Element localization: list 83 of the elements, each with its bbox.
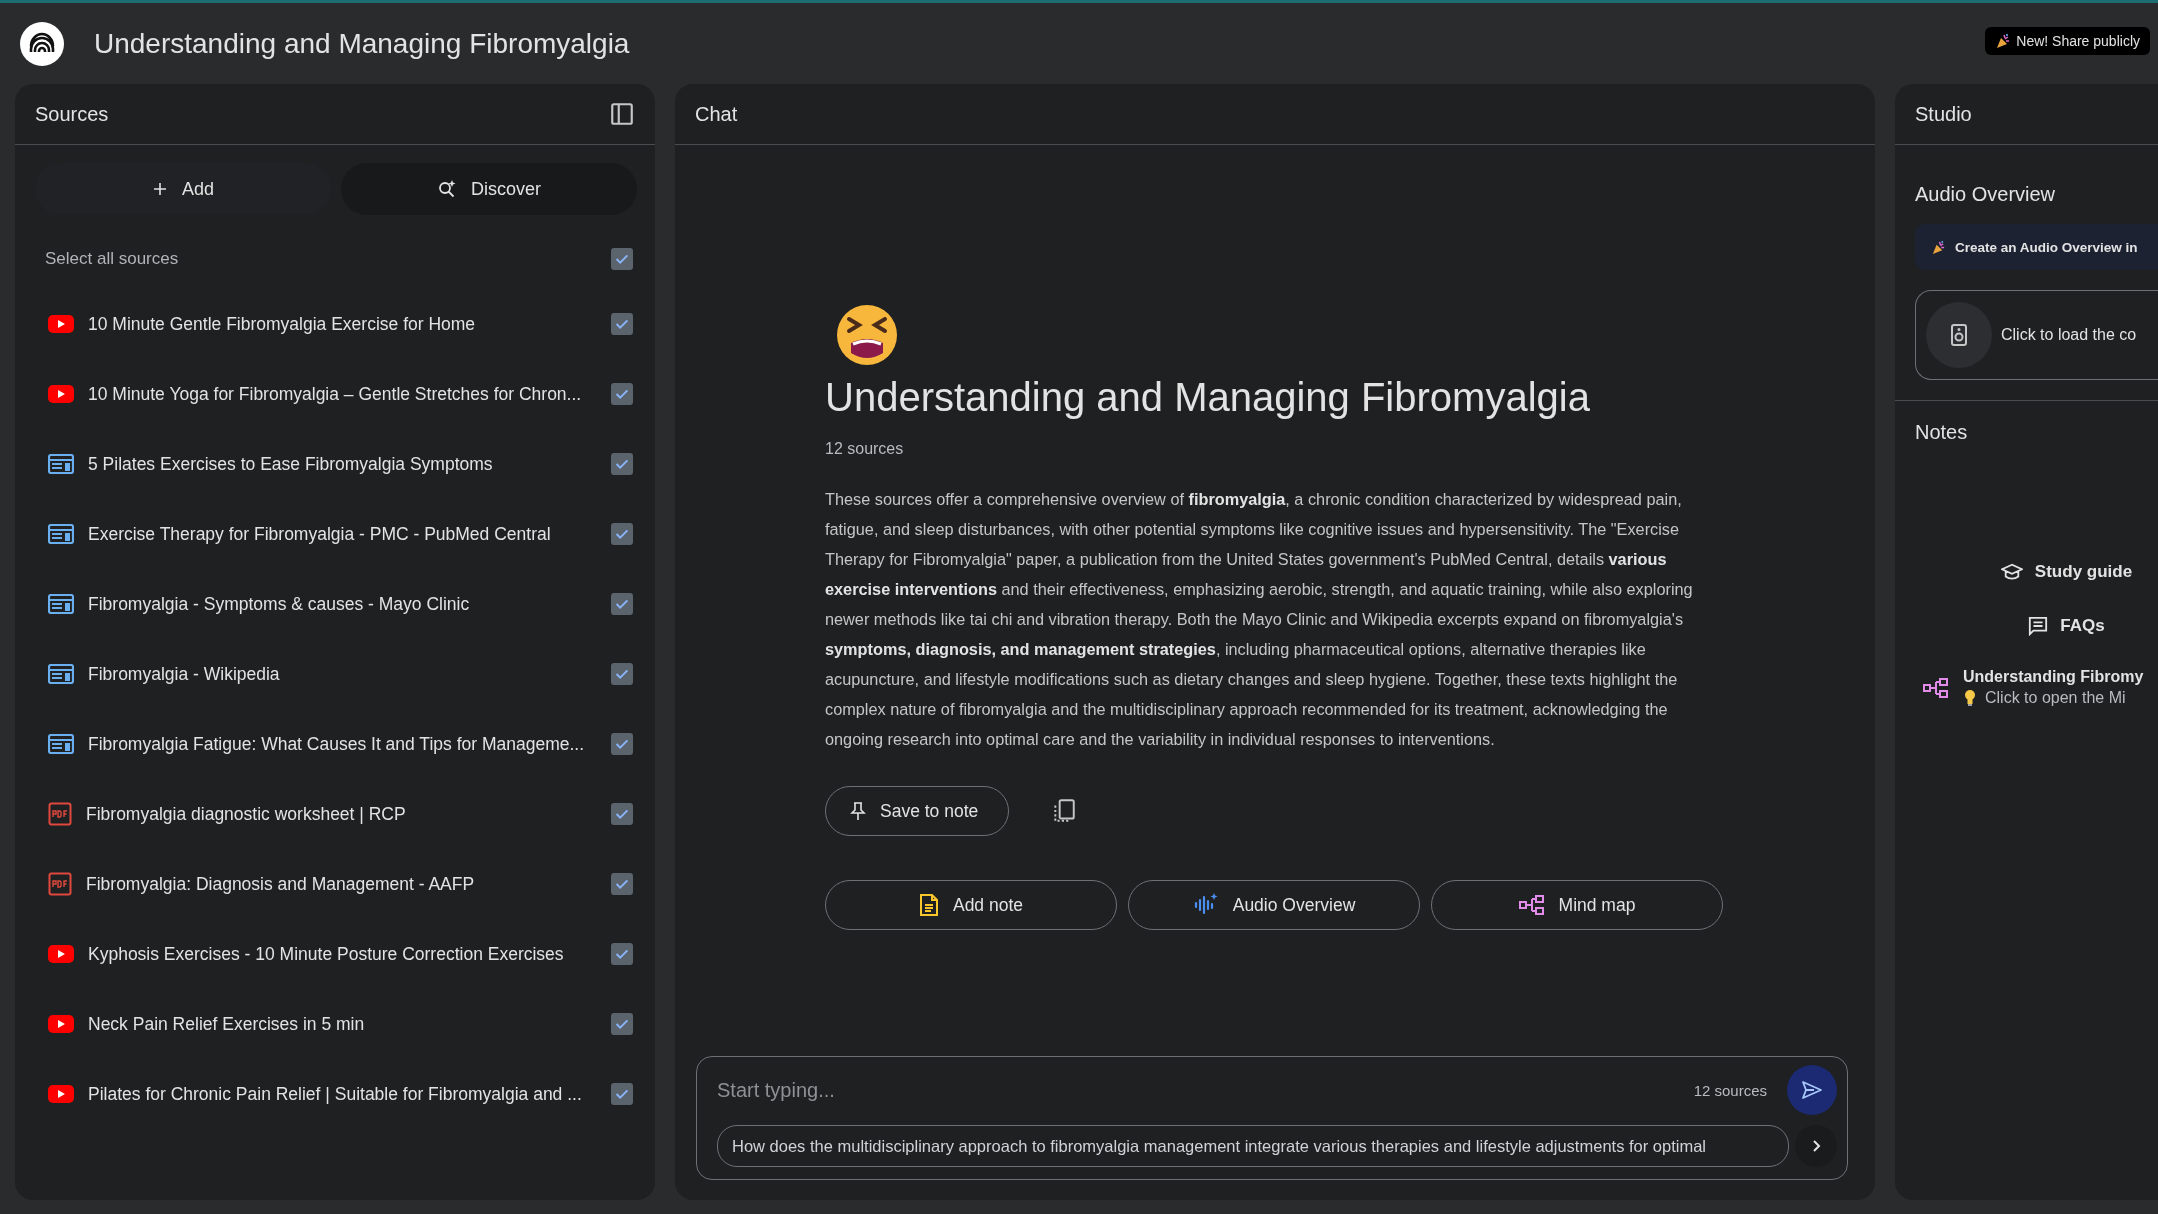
source-count: 12 sources bbox=[1693, 1081, 1767, 1099]
graduation-cap-icon bbox=[2000, 563, 2023, 581]
video-play-icon bbox=[48, 1014, 74, 1034]
checkbox[interactable] bbox=[611, 803, 633, 825]
source-title[interactable]: Fibromyalgia - Wikipedia bbox=[88, 663, 597, 685]
panel-title: Chat bbox=[695, 102, 738, 126]
pin-icon bbox=[850, 801, 866, 821]
party-popper-icon bbox=[1995, 32, 2012, 49]
notebook-title: Understanding and Managing Fibromyalgia bbox=[94, 27, 630, 60]
chat-input-box[interactable]: Start typing... 12 sources How does the multidisciplinary approach to fibromyalgia management integrate various therapies and lifestyle adjustments for optimal bbox=[696, 1056, 1848, 1180]
note-action-button[interactable]: Study guide bbox=[1940, 556, 2133, 588]
document-icon bbox=[918, 893, 939, 917]
notebook-heading: Understanding and Managing Fibromyalgia bbox=[825, 375, 1591, 420]
source-title[interactable]: Exercise Therapy for Fibromyalgia - PMC - PubMed Central bbox=[88, 523, 597, 545]
tired-face-icon bbox=[835, 303, 899, 367]
panel-title: Studio bbox=[1915, 102, 1972, 126]
source-title[interactable]: 10 Minute Yoga for Fibromyalgia – Gentle Stretches for Chron... bbox=[88, 383, 597, 405]
logo-icon bbox=[20, 21, 64, 66]
message-input[interactable]: Start typing... bbox=[717, 1068, 1674, 1112]
source-title[interactable]: Fibromyalgia - Symptoms & causes - Mayo Clinic bbox=[88, 593, 597, 615]
source-title[interactable]: Fibromyalgia Fatigue: What Causes It and Tips for Manageme... bbox=[88, 733, 597, 755]
lightbulb-icon bbox=[1963, 689, 1977, 707]
plus-icon bbox=[152, 181, 168, 197]
action-button[interactable]: Mind map bbox=[1431, 880, 1723, 930]
search-sparkle-icon bbox=[437, 179, 457, 199]
checkbox[interactable] bbox=[611, 873, 633, 895]
section-title: Audio Overview bbox=[1915, 183, 2057, 206]
select-all-label: Select all sources bbox=[45, 249, 180, 269]
web-page-icon bbox=[48, 734, 74, 754]
video-play-icon bbox=[48, 944, 74, 964]
checkbox[interactable] bbox=[611, 248, 633, 270]
source-count: 12 sources bbox=[825, 440, 905, 458]
video-play-icon bbox=[48, 1084, 74, 1104]
share-button[interactable]: New! Share publicly bbox=[1985, 26, 2150, 55]
pdf-file-icon bbox=[48, 802, 72, 826]
web-page-icon bbox=[48, 454, 74, 474]
speaker-icon bbox=[1949, 323, 1969, 347]
checkbox[interactable] bbox=[611, 1013, 633, 1035]
send-button[interactable] bbox=[1787, 1065, 1837, 1115]
note-title[interactable]: Understanding Fibromy bbox=[1963, 668, 2144, 686]
action-button[interactable]: Add note bbox=[825, 880, 1117, 930]
mind-map-icon bbox=[1923, 677, 1949, 698]
party-popper-icon bbox=[1931, 239, 1946, 255]
source-title[interactable]: Fibromyalgia diagnostic worksheet | RCP bbox=[86, 803, 597, 825]
discover-button[interactable]: Discover bbox=[341, 163, 637, 215]
summary-text: These sources offer a comprehensive overview of fibromyalgia, a chronic condition characterized by widespread pain, fatigue, and sleep disturbances, with other potential symptoms like cognitive issues and hypersensitivity. The "Exercise Therapy for Fibromyalgia" paper, a publication from the United States government's PubMed Central, details various exercise interventions and their effectiveness, emphasizing aerobic, strength, and aquatic training, while also exploring newer methods like tai chi and vibration therapy. Both the Mayo Clinic and Wikipedia excerpts expand on fibromyalgia's symptoms, diagnosis, and management strategies, including pharmaceutical options, alternative therapies like acupuncture, and lifestyle modifications such as dietary changes and sleep hygiene. Together, these texts highlight the complex nature of fibromyalgia and the multidisciplinary approach recommended for its treatment, acknowledging the ongoing research into optimal care and the variability in individual responses to interventions. bbox=[825, 489, 1694, 750]
load-text: Click to load the co bbox=[2001, 326, 2137, 344]
video-play-icon bbox=[48, 384, 74, 404]
web-page-icon bbox=[48, 524, 74, 544]
checkbox[interactable] bbox=[611, 523, 633, 545]
suggested-question[interactable]: How does the multidisciplinary approach to fibromyalgia management integrate various therapies and lifestyle adjustments for optimal bbox=[717, 1125, 1789, 1167]
send-icon bbox=[1800, 1078, 1824, 1102]
source-title[interactable]: Neck Pain Relief Exercises in 5 min bbox=[88, 1013, 597, 1035]
source-title[interactable]: Fibromyalgia: Diagnosis and Management - AAFP bbox=[86, 873, 597, 895]
copy-icon bbox=[1051, 798, 1078, 824]
panel-toggle-icon bbox=[609, 101, 635, 127]
checkbox[interactable] bbox=[611, 383, 633, 405]
checkbox[interactable] bbox=[611, 313, 633, 335]
panel-title: Sources bbox=[35, 102, 109, 126]
note-subtitle: Click to open the Mi bbox=[1985, 689, 2126, 707]
checkbox[interactable] bbox=[611, 593, 633, 615]
checkbox[interactable] bbox=[611, 663, 633, 685]
checkbox[interactable] bbox=[611, 453, 633, 475]
web-page-icon bbox=[48, 594, 74, 614]
source-title[interactable]: Pilates for Chronic Pain Relief | Suitable for Fibromyalgia and ... bbox=[88, 1083, 597, 1105]
web-page-icon bbox=[48, 664, 74, 684]
section-title: Notes bbox=[1915, 421, 1969, 444]
load-card[interactable]: Click to load the co bbox=[1915, 290, 2158, 380]
checkbox[interactable] bbox=[611, 733, 633, 755]
source-title[interactable]: Kyphosis Exercises - 10 Minute Posture Correction Exercises bbox=[88, 943, 597, 965]
mind-map-icon bbox=[1518, 895, 1545, 915]
banner-text: Create an Audio Overview in bbox=[1955, 239, 2138, 255]
audio-banner[interactable]: Create an Audio Overview in bbox=[1915, 224, 2158, 270]
action-button[interactable]: Audio Overview bbox=[1128, 880, 1420, 930]
source-title[interactable]: 10 Minute Gentle Fibromyalgia Exercise for Home bbox=[88, 313, 597, 335]
chat-list-icon bbox=[2028, 616, 2049, 636]
checkbox[interactable] bbox=[611, 1083, 633, 1105]
note-action-button[interactable]: FAQs bbox=[1968, 610, 2105, 642]
pdf-file-icon bbox=[48, 872, 72, 896]
checkbox[interactable] bbox=[611, 943, 633, 965]
save-to-note-button[interactable]: Save to note bbox=[825, 786, 1010, 836]
video-play-icon bbox=[48, 314, 74, 334]
source-title[interactable]: 5 Pilates Exercises to Ease Fibromyalgia Symptoms bbox=[88, 453, 597, 475]
